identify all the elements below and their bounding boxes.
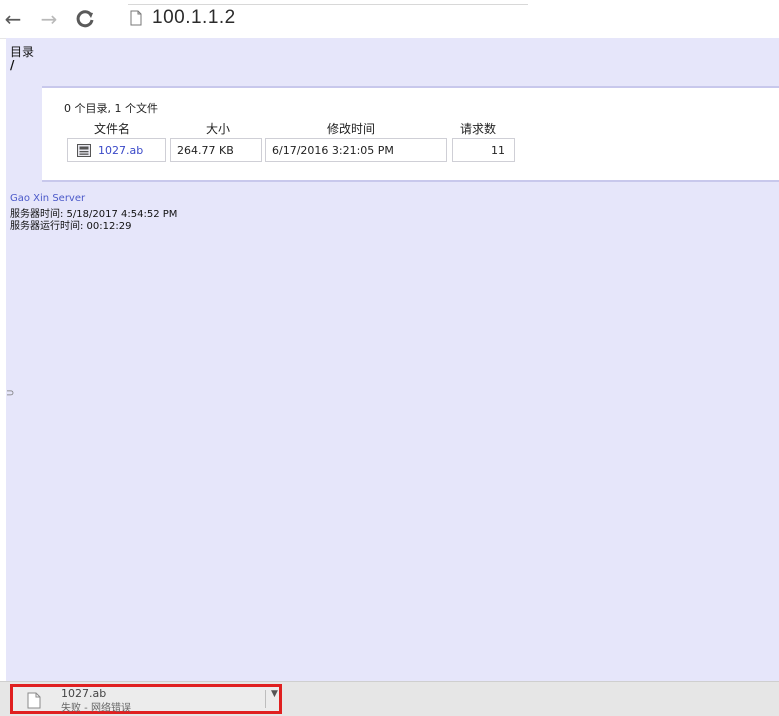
file-icon — [77, 144, 91, 157]
forward-arrow-icon[interactable]: → — [38, 8, 60, 30]
browser-toolbar: ← → 100.1.1.2 — [0, 0, 779, 39]
column-header-name: 文件名 — [94, 122, 131, 136]
chevron-down-icon[interactable]: ▼ — [271, 689, 278, 699]
back-arrow-icon[interactable]: ← — [2, 8, 24, 30]
file-requests-cell: 11 — [452, 138, 515, 162]
listing-summary: 0 个目录, 1 个文件 — [64, 102, 158, 115]
edge-mark: ⊃ — [6, 388, 15, 399]
address-bar-url[interactable]: 100.1.1.2 — [152, 7, 236, 29]
file-size-cell: 264.77 KB — [170, 138, 262, 162]
file-link[interactable]: 1027.ab — [98, 139, 143, 163]
toolbar-divider — [128, 4, 528, 5]
download-bar: 1027.ab 失败 - 网络错误 ▼ — [0, 681, 779, 716]
reload-icon[interactable] — [74, 8, 96, 30]
directory-path: / — [10, 58, 15, 72]
download-item[interactable]: 1027.ab 失败 - 网络错误 ▼ — [10, 684, 282, 714]
column-header-modified: 修改时间 — [327, 122, 376, 136]
download-file-icon — [27, 692, 41, 709]
download-status: 失败 - 网络错误 — [61, 703, 131, 714]
download-divider — [265, 690, 266, 708]
page-icon — [130, 10, 142, 26]
server-uptime: 服务器运行时间: 00:12:29 — [10, 221, 132, 232]
file-listing-panel: 0 个目录, 1 个文件 文件名 大小 修改时间 请求数 1027.ab 264… — [42, 86, 779, 182]
column-header-size: 大小 — [206, 122, 231, 136]
server-name-link[interactable]: Gao Xin Server — [10, 193, 85, 204]
file-name-cell: 1027.ab — [67, 138, 166, 162]
page-viewport: 目录 / 0 个目录, 1 个文件 文件名 大小 修改时间 请求数 1027.a… — [6, 38, 779, 681]
file-modified-cell: 6/17/2016 3:21:05 PM — [265, 138, 447, 162]
column-header-requests: 请求数 — [460, 122, 497, 136]
